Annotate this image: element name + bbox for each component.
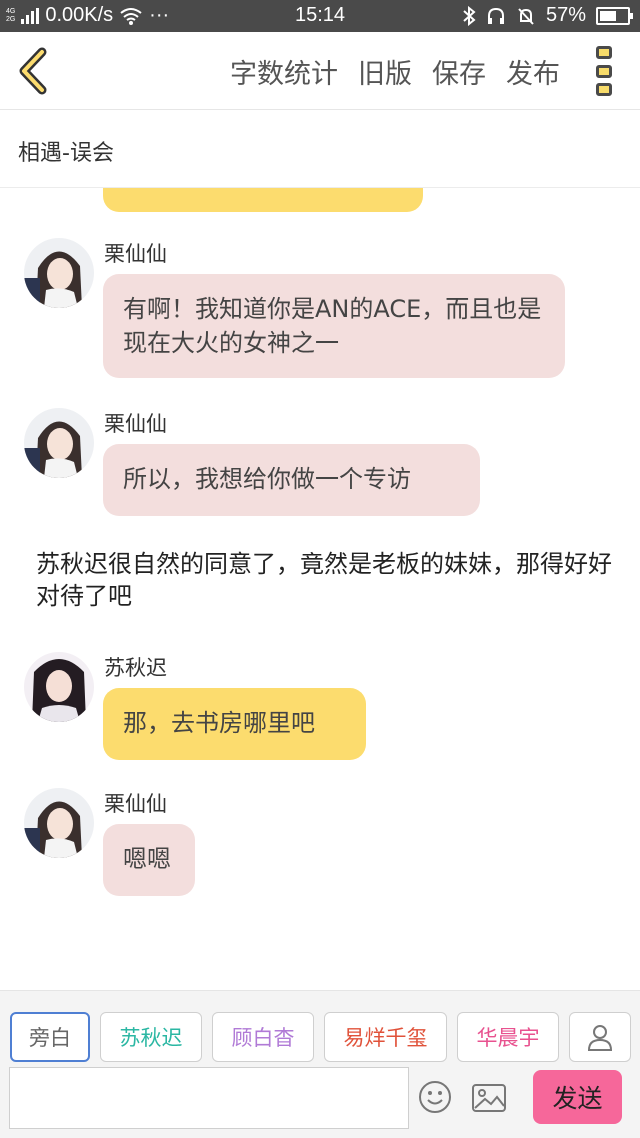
status-right: 57% (462, 4, 633, 27)
message-bubble[interactable]: 所以，我想给你做一个专访 (103, 444, 480, 516)
sender-name: 栗仙仙 (104, 242, 167, 266)
message-input[interactable] (9, 1067, 409, 1129)
more-dot-icon (596, 64, 612, 78)
save-button[interactable]: 保存 (432, 52, 486, 91)
old-version-button[interactable]: 旧版 (358, 52, 412, 91)
message-bubble-partial (103, 188, 423, 212)
status-bar: 4G 2G 0.00K/s ··· 15:14 57% (0, 0, 640, 32)
headphones-icon (487, 7, 504, 24)
role-button-suqiuchi[interactable]: 苏秋迟 (100, 1012, 202, 1062)
sender-name: 栗仙仙 (104, 792, 167, 816)
avatar[interactable] (24, 652, 94, 722)
message-bubble[interactable]: 有啊！我知道你是AN的ACE，而且也是现在大火的女神之一 (103, 274, 565, 378)
person-icon (587, 1025, 613, 1051)
image-button[interactable] (471, 1082, 507, 1114)
role-button-yiyangqianxi[interactable]: 易烊千玺 (324, 1012, 447, 1062)
add-role-button[interactable] (569, 1012, 631, 1062)
top-toolbar: 字数统计 旧版 保存 发布 (0, 32, 640, 110)
send-button[interactable]: 发送 (533, 1070, 622, 1124)
role-button-narrator[interactable]: 旁白 (10, 1012, 90, 1062)
message-bubble[interactable]: 那，去书房哪里吧 (103, 688, 366, 760)
chapter-title[interactable]: 相遇-误会 (18, 135, 114, 167)
sender-name: 苏秋迟 (104, 656, 167, 680)
bluetooth-icon (463, 5, 476, 26)
back-button[interactable] (14, 46, 54, 96)
smiley-icon (419, 1081, 451, 1113)
sender-name: 栗仙仙 (104, 412, 167, 436)
avatar[interactable] (24, 238, 94, 308)
role-button-huachenyu[interactable]: 华晨宇 (457, 1012, 559, 1062)
mute-bell-icon (518, 7, 534, 25)
image-icon (472, 1084, 506, 1112)
message-bubble[interactable]: 嗯嗯 (103, 824, 195, 896)
narration-text[interactable]: 苏秋迟很自然的同意了，竟然是老板的妹妹，那得好好对待了吧 (36, 548, 616, 612)
avatar[interactable] (24, 788, 94, 858)
more-menu-button[interactable] (596, 46, 616, 96)
publish-button[interactable]: 发布 (506, 52, 560, 91)
toolbar-actions: 字数统计 旧版 保存 发布 (230, 52, 560, 91)
battery-percent: 57% (545, 4, 586, 26)
emoji-button[interactable] (418, 1080, 452, 1114)
word-count-button[interactable]: 字数统计 (230, 52, 338, 91)
avatar[interactable] (24, 408, 94, 478)
more-dot-icon (596, 46, 612, 59)
chevron-left-icon (19, 47, 47, 95)
battery-icon (596, 6, 633, 25)
more-dot-icon (596, 83, 612, 96)
chat-area[interactable]: 栗仙仙 有啊！我知道你是AN的ACE，而且也是现在大火的女神之一 栗仙仙 所以，… (0, 188, 640, 988)
role-button-gubaiyao[interactable]: 顾白杳 (212, 1012, 314, 1062)
chapter-bar: 相遇-误会 (0, 111, 640, 188)
